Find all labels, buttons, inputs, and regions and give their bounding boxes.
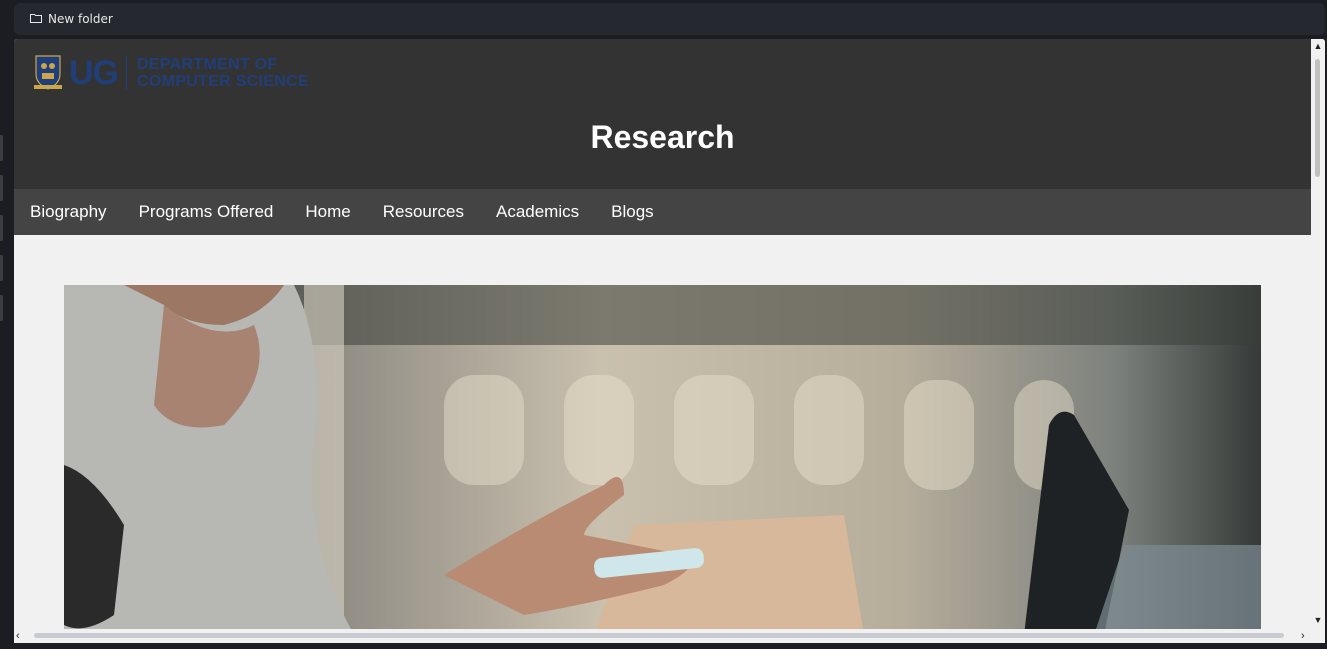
logo-divider: [126, 56, 127, 90]
nav-blogs[interactable]: Blogs: [611, 202, 654, 222]
vertical-scrollbar[interactable]: ▲ ▼: [1311, 39, 1325, 629]
scroll-down-icon[interactable]: ▼: [1313, 615, 1323, 625]
department-logo[interactable]: UG DEPARTMENT OF COMPUTER SCIENCE: [33, 53, 309, 93]
vertical-scroll-thumb[interactable]: [1315, 59, 1320, 177]
nav-resources[interactable]: Resources: [383, 202, 464, 222]
folder-icon: [30, 12, 42, 26]
scroll-right-icon[interactable]: ›: [1301, 630, 1305, 642]
scroll-left-icon[interactable]: ‹: [16, 630, 20, 642]
horizontal-scroll-thumb[interactable]: [34, 633, 1284, 638]
logo-dept-text: DEPARTMENT OF COMPUTER SCIENCE: [137, 56, 309, 90]
logo-dept-line-1: DEPARTMENT OF: [137, 56, 278, 73]
bookmark-label: New folder: [48, 12, 113, 26]
horizontal-scrollbar[interactable]: ‹ ›: [14, 629, 1311, 643]
scrollbar-corner: [1311, 629, 1325, 643]
page-viewport: UG DEPARTMENT OF COMPUTER SCIENCE Resear…: [14, 39, 1325, 643]
page-title: Research: [590, 119, 735, 155]
logo-mark: UG: [69, 53, 119, 92]
main-nav: Biography Programs Offered Home Resource…: [14, 189, 1311, 235]
hero-image: [64, 285, 1261, 635]
side-panel-edge: [0, 35, 14, 649]
hero-photo-illustration: [64, 285, 1261, 635]
nav-academics[interactable]: Academics: [496, 202, 579, 222]
site-header: UG DEPARTMENT OF COMPUTER SCIENCE Resear…: [14, 39, 1311, 189]
bookmarks-bar: New folder: [14, 3, 1325, 35]
nav-home[interactable]: Home: [305, 202, 350, 222]
nav-programs-offered[interactable]: Programs Offered: [139, 202, 274, 222]
scroll-up-icon[interactable]: ▲: [1313, 41, 1323, 51]
logo-dept-line-2: COMPUTER SCIENCE: [137, 73, 309, 90]
crest-icon: [33, 52, 63, 95]
nav-biography[interactable]: Biography: [30, 202, 107, 222]
bookmark-new-folder[interactable]: New folder: [30, 12, 113, 26]
